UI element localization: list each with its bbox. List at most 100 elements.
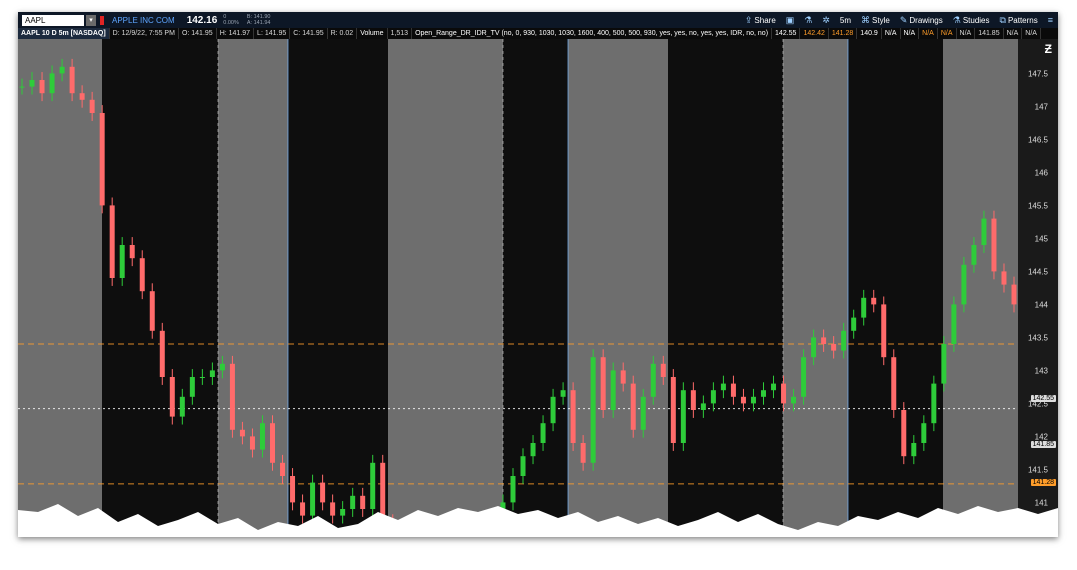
image-icon: ▣ — [785, 14, 795, 25]
style-button[interactable]: ⌘ Style — [861, 15, 890, 26]
drawings-button[interactable]: ✎ Drawings — [900, 15, 943, 26]
bar-date: D: 12/9/22, 7:55 PM — [110, 28, 179, 39]
change-percent: 0.00% — [223, 20, 239, 26]
last-price: 142.16 — [186, 14, 218, 26]
study-value-10: 141.85 — [975, 28, 1004, 39]
candle-body-62 — [640, 396, 646, 430]
candle-body-5 — [69, 66, 75, 94]
share-button[interactable]: ⇪ Share — [745, 15, 776, 26]
flask-button[interactable]: ⚗ — [804, 15, 812, 26]
zoom-icon[interactable]: Ƶ — [1045, 42, 1052, 56]
candle-body-90 — [921, 423, 927, 443]
study-value-3: 141.28 — [829, 28, 858, 39]
candle-body-20 — [219, 363, 225, 371]
candle-body-73 — [750, 396, 756, 404]
candle-body-98 — [1001, 271, 1007, 285]
chart-window: AAPL ▾ APPLE INC COM 142.16 0 0.00% B: 1… — [18, 12, 1058, 537]
candle-body-79 — [811, 337, 817, 358]
menu-button[interactable]: ≡ — [1048, 15, 1053, 25]
candle-body-11 — [129, 245, 135, 259]
volume-label[interactable]: Volume — [357, 28, 388, 39]
menu-icon: ≡ — [1047, 15, 1053, 25]
candle-body-92 — [941, 344, 947, 384]
gear-icon: ✲ — [822, 14, 830, 25]
candle-body-8 — [99, 113, 105, 206]
bar-close: C: 141.95 — [290, 28, 328, 39]
study-value-9: N/A — [957, 28, 976, 39]
price-tick-5: 145 — [1035, 234, 1049, 243]
price-tick-3: 146 — [1035, 168, 1049, 177]
candle-body-53 — [550, 396, 556, 424]
candle-body-13 — [149, 291, 155, 331]
net-change: 0 0.00% — [223, 14, 239, 26]
patterns-label: Patterns — [1007, 15, 1038, 25]
candle-body-68 — [700, 403, 706, 410]
candle-body-81 — [831, 344, 837, 351]
study-name[interactable]: Open_Range_DR_IDR_TV (no, 0, 930, 1030, … — [412, 28, 773, 39]
candle-body-16 — [179, 396, 185, 417]
candle-body-91 — [931, 383, 937, 424]
candle-body-85 — [871, 297, 877, 305]
study-value-4: 140.9 — [857, 28, 882, 39]
study-value-8: N/A — [938, 28, 957, 39]
snapshot-button[interactable]: ▣ — [786, 15, 795, 26]
candle-body-58 — [600, 357, 606, 410]
session-band-2 — [218, 39, 288, 537]
study-value-12: N/A — [1022, 28, 1041, 39]
drawings-label: Drawings — [909, 15, 943, 25]
candle-body-65 — [670, 377, 676, 443]
volume-value: 1,513 — [388, 28, 413, 39]
candle-body-26 — [280, 462, 286, 476]
flask-icon: ⚗ — [804, 14, 813, 25]
candle-body-50 — [520, 456, 526, 476]
settings-button[interactable]: ✲ — [822, 15, 830, 26]
candle-body-4 — [59, 66, 65, 74]
candle-body-80 — [821, 337, 827, 344]
ask-value: A: 141.94 — [246, 20, 271, 26]
candle-body-83 — [851, 317, 857, 331]
candle-body-74 — [760, 390, 766, 397]
candle-body-14 — [159, 330, 165, 377]
candle-body-59 — [610, 370, 616, 410]
study-value-2: 142.42 — [800, 28, 829, 39]
studies-button[interactable]: ⚗ Studies — [953, 15, 990, 26]
patterns-icon: ⧉ — [999, 14, 1006, 25]
chevron-down-icon[interactable]: ▾ — [86, 14, 96, 26]
candle-body-99 — [1011, 284, 1017, 305]
study-value-5: N/A — [882, 28, 901, 39]
candle-body-51 — [530, 443, 536, 457]
timeframe-button[interactable]: 5m — [840, 16, 851, 25]
price-tick-0: 147.5 — [1028, 69, 1049, 78]
candle-body-95 — [971, 245, 977, 265]
candle-body-97 — [991, 218, 997, 272]
candle-body-3 — [49, 73, 55, 94]
candle-body-82 — [841, 330, 847, 351]
flask-icon-2: ⚗ — [952, 14, 961, 25]
candle-body-7 — [89, 99, 95, 113]
symbol-input[interactable]: AAPL ▾ — [22, 14, 96, 26]
session-band-5 — [503, 39, 568, 537]
candle-body-15 — [169, 377, 175, 417]
symbol-value: AAPL — [25, 15, 46, 25]
price-tick-9: 143 — [1035, 366, 1049, 375]
candle-body-22 — [239, 429, 245, 437]
price-chart-svg: 147.5 147 146.5 146 145.5 145 144.5 144 143.5 143… — [18, 39, 1049, 537]
candle-body-67 — [690, 390, 696, 410]
company-name: APPLE INC COM — [112, 15, 175, 25]
patterns-button[interactable]: ⧉ Patterns — [1000, 15, 1038, 26]
candle-body-10 — [119, 245, 125, 278]
candle-body-1 — [29, 80, 35, 87]
price-tag-white-1: 142.55 — [1030, 395, 1056, 403]
candle-body-18 — [199, 377, 205, 378]
flag-icon[interactable] — [100, 15, 104, 25]
candle-body-84 — [861, 297, 867, 318]
candle-body-0 — [19, 86, 25, 88]
session-band-1 — [102, 39, 218, 537]
candle-body-94 — [961, 264, 967, 305]
candle-body-17 — [189, 377, 195, 397]
candle-body-77 — [791, 396, 797, 404]
candle-body-57 — [590, 357, 596, 463]
bar-low: L: 141.95 — [254, 28, 291, 39]
price-tick-6: 144.5 — [1028, 267, 1049, 276]
price-chart[interactable]: 147.5 147 146.5 146 145.5 145 144.5 144 143.5 143… — [18, 39, 1058, 537]
